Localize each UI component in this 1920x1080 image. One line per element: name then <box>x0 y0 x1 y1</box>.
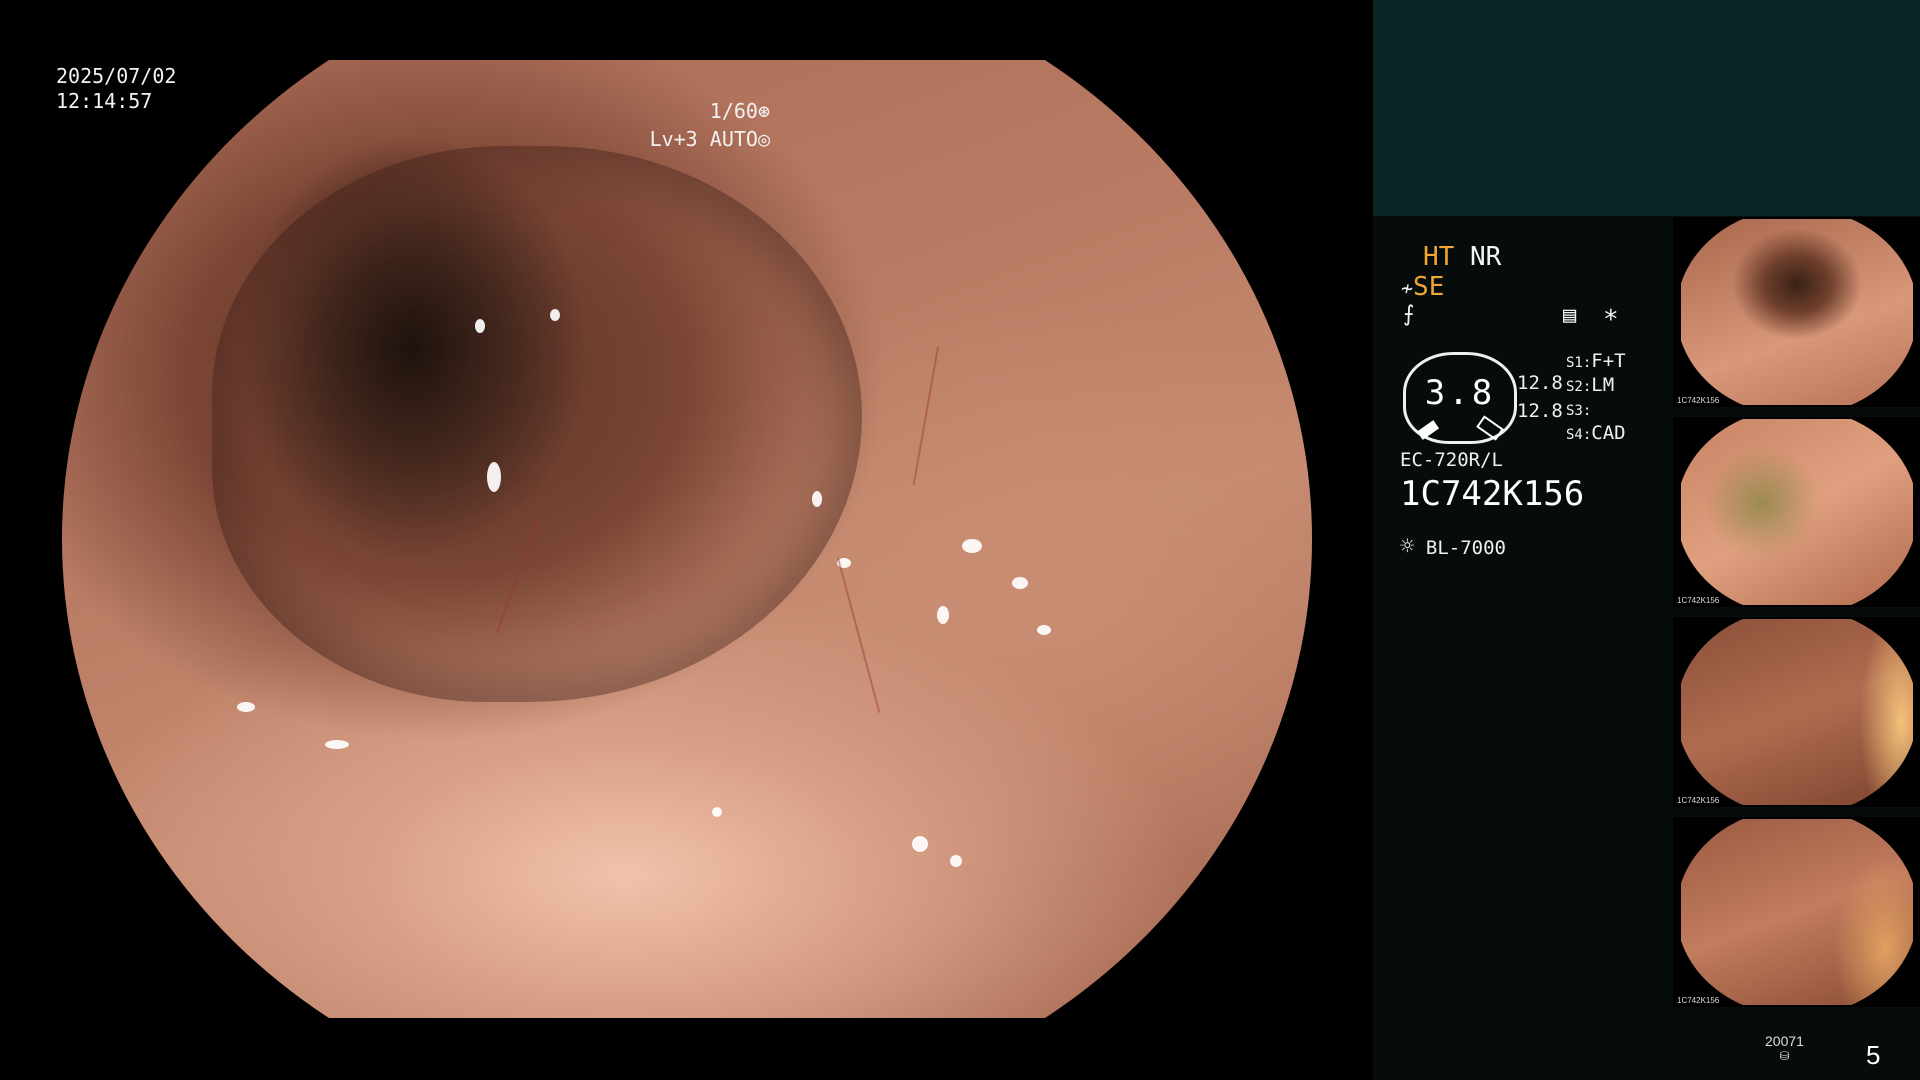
exposure-display: 1/60⊛ Lv+3 AUTO◎ <box>650 97 770 153</box>
specular-highlight <box>912 835 928 852</box>
thumbnail-image <box>1681 419 1913 605</box>
asterisk-mark: * <box>1603 305 1619 335</box>
se-row: ≁SE <box>1401 272 1444 302</box>
ht-label: HT <box>1423 242 1455 272</box>
panel-header <box>1373 0 1920 216</box>
meter-value: 3.8 <box>1424 373 1496 413</box>
specular-highlight <box>937 606 949 625</box>
switch-s2: S2:LM <box>1566 374 1614 396</box>
s2-key: S2: <box>1566 379 1592 395</box>
mucosal-fold <box>212 146 862 702</box>
specular-highlight <box>962 539 982 553</box>
light-source-label: BL-7000 <box>1425 537 1506 559</box>
specular-highlight <box>949 855 962 868</box>
switch-s1: S1:F+T <box>1566 350 1626 372</box>
scope-model: EC-720R/L <box>1400 449 1503 471</box>
specular-highlight <box>1037 625 1051 636</box>
structure-enhance-icon: ≁ <box>1401 276 1414 300</box>
thumbnail-image <box>1681 819 1913 1005</box>
storage-counter: 20071 ⛁ <box>1765 1033 1804 1063</box>
s4-value: CAD <box>1591 422 1626 444</box>
meter-right-tick <box>1476 415 1504 441</box>
switch-s4: S4:CAD <box>1566 422 1626 444</box>
aperture-icon: ⊛ <box>757 99 770 123</box>
meter-bottom-value: 12.8 <box>1517 400 1563 422</box>
thumbnail-image <box>1681 219 1913 405</box>
s2-value: LM <box>1591 374 1615 396</box>
captured-thumbnail[interactable]: 1C742K156 <box>1673 217 1920 407</box>
light-source-icon: ☼ <box>1400 532 1415 560</box>
captured-thumbnail[interactable]: 1C742K156 <box>1673 417 1920 607</box>
s3-key: S3: <box>1566 403 1592 419</box>
specular-highlight <box>1012 577 1028 590</box>
thumbnail-label: 1C742K156 <box>1677 796 1720 805</box>
info-panel: HT NR ≁SE ⨍ ▤ * 3.8 12.8 12.8 S1:F+T S2:… <box>1373 0 1920 1080</box>
thumbnail-label: 1C742K156 <box>1677 396 1720 405</box>
s1-key: S1: <box>1566 355 1592 371</box>
thumbnail-image <box>1681 619 1913 805</box>
storage-disk-icon: ⛁ <box>1779 1049 1790 1063</box>
time-text: 12:14:57 <box>56 89 153 113</box>
specular-highlight <box>812 491 822 508</box>
nr-label: NR <box>1469 242 1502 272</box>
thumbnail-label: 1C742K156 <box>1677 996 1720 1005</box>
blood-vessel <box>837 557 881 713</box>
auto-iris-icon: ◎ <box>757 127 770 151</box>
ht-nr-row: HT NR <box>1423 242 1501 272</box>
s4-key: S4: <box>1566 427 1592 443</box>
datetime-display: 2025/07/02 12:14:57 <box>56 64 176 114</box>
captured-thumbnail[interactable]: 1C742K156 <box>1673 817 1920 1007</box>
meter-top-value: 12.8 <box>1517 372 1563 394</box>
storage-count: 20071 <box>1765 1033 1804 1049</box>
specular-highlight <box>324 740 349 750</box>
se-label: SE <box>1413 272 1445 302</box>
switch-s3: S3: <box>1566 398 1591 420</box>
s1-value: F+T <box>1591 350 1626 372</box>
shutter-text: 1/60 <box>709 99 758 123</box>
meter-left-tick <box>1416 420 1440 440</box>
brightness-meter: 3.8 <box>1403 352 1517 444</box>
endoscopic-image <box>62 60 1312 1018</box>
blood-vessel <box>912 347 939 486</box>
mode-text: AUTO <box>709 127 758 151</box>
memory-card-icon: ▤ <box>1563 303 1577 328</box>
captured-thumbnail[interactable]: 1C742K156 <box>1673 617 1920 807</box>
specular-highlight <box>237 701 255 712</box>
page-number: 5 <box>1866 1040 1881 1070</box>
level-text: Lv+3 <box>649 127 698 151</box>
light-source-row: ☼ BL-7000 <box>1400 532 1506 560</box>
thumbnail-label: 1C742K156 <box>1677 596 1720 605</box>
scope-serial: 1C742K156 <box>1400 474 1585 514</box>
endoscope-view: 2025/07/02 12:14:57 1/60⊛ Lv+3 AUTO◎ <box>0 0 1372 1080</box>
filter-icon: ⨍ <box>1403 302 1415 327</box>
date-text: 2025/07/02 <box>56 64 177 88</box>
specular-highlight <box>549 309 560 322</box>
specular-highlight <box>474 318 485 333</box>
specular-highlight <box>712 807 722 818</box>
